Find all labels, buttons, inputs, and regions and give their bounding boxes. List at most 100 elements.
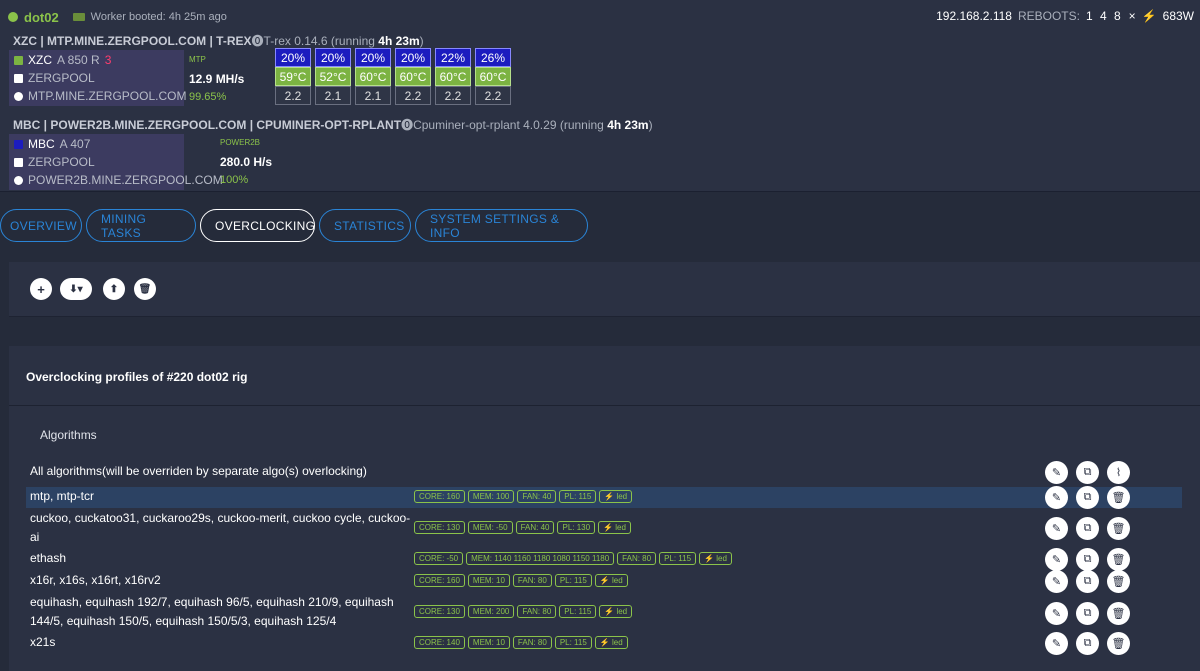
row-actions: ✎ ⧉ 🗑 — [1045, 632, 1130, 655]
gpu-temp: 60°C — [395, 67, 431, 86]
tab-overclocking[interactable]: OVERCLOCKING — [200, 209, 315, 242]
oc-badge: PL: 115 — [559, 605, 597, 618]
miner1-coin: XZC A 850 R 3 — [14, 51, 111, 69]
oc-badges: CORE: -50 MEM: 1140 1160 1180 1080 1150 1… — [414, 552, 732, 565]
copy-button[interactable]: ⧉ — [1076, 486, 1099, 509]
trash-button[interactable]: 🗑 — [1107, 632, 1130, 655]
gpu-temp: 60°C — [435, 67, 471, 86]
trash-button[interactable]: 🗑 — [1107, 548, 1130, 571]
gpu-1[interactable]: 20% 52°C 2.1 — [315, 48, 351, 105]
table-row[interactable]: x16r, x16s, x16rt, x16rv2 CORE: 160 MEM: 1… — [26, 570, 1182, 593]
pencil-button[interactable]: ✎ — [1045, 602, 1068, 625]
upload-button[interactable]: ⬆ — [103, 278, 125, 300]
download-dropdown-button[interactable]: ⬇▾ — [60, 278, 92, 300]
pencil-button[interactable]: ✎ — [1045, 517, 1068, 540]
pencil-button[interactable]: ✎ — [1045, 461, 1068, 484]
table-row[interactable]: All algorithms(will be overriden by sepa… — [26, 461, 1182, 484]
row-actions: ✎ ⧉ 🗑 — [1045, 602, 1130, 625]
copy-button[interactable]: ⧉ — [1076, 517, 1099, 540]
pencil-button[interactable]: ✎ — [1045, 632, 1068, 655]
rig-name[interactable]: dot02 — [24, 10, 59, 25]
coin-icon — [14, 55, 23, 65]
oc-badge: CORE: 160 — [414, 574, 465, 587]
copy-button[interactable]: ⧉ — [1076, 602, 1099, 625]
oc-badge: ⚡ led — [599, 605, 633, 618]
row-actions: ✎ ⧉ 🗑 — [1045, 548, 1130, 571]
gpu-0[interactable]: 20% 59°C 2.2 — [275, 48, 311, 105]
gpu-value: 2.2 — [435, 86, 471, 105]
copy-button[interactable]: ⧉ — [1076, 632, 1099, 655]
tab-overview[interactable]: OVERVIEW — [0, 209, 82, 242]
copy-button[interactable]: ⧉ — [1076, 570, 1099, 593]
oc-badge: PL: 115 — [554, 574, 592, 587]
gpu-2[interactable]: 20% 60°C 2.1 — [355, 48, 391, 105]
gpu-fan: 20% — [315, 48, 351, 67]
miner2-task: MBC | POWER2B.MINE.ZERGPOOL.COM | CPUMIN… — [13, 118, 402, 132]
trash-button[interactable]: 🗑 — [1107, 517, 1130, 540]
gpu-value: 2.2 — [395, 86, 431, 105]
pencil-button[interactable]: ✎ — [1045, 548, 1068, 571]
gpu-value: 2.2 — [475, 86, 511, 105]
oc-badges: CORE: 160 MEM: 100 FAN: 40 PL: 115 ⚡ led — [414, 490, 633, 503]
miner2-pool: ZERGPOOL — [14, 153, 95, 171]
profiles-panel: Overclocking profiles of #220 dot02 rig … — [9, 346, 1200, 671]
table-row[interactable]: equihash, equihash 192/7, equihash 96/5,… — [26, 593, 1182, 633]
reboots-value: 1 4 8 — [1085, 9, 1123, 23]
row-actions: ✎ ⧉ 🗑 — [1045, 486, 1130, 509]
copy-button[interactable]: ⧉ — [1076, 461, 1099, 484]
pencil-button[interactable]: ✎ — [1045, 570, 1068, 593]
gpu-temp: 60°C — [475, 67, 511, 86]
tab-statistics[interactable]: STATISTICS — [319, 209, 411, 242]
rig-header: dot02 Worker booted: 4h 25m ago 192.168.… — [0, 0, 1200, 192]
oc-badge: MEM: 10 — [467, 574, 510, 587]
miner2-url: POWER2B.MINE.ZERGPOOL.COM — [14, 171, 223, 189]
oc-badge: MEM: 10 — [467, 636, 510, 649]
copy-button[interactable]: ⧉ — [1076, 548, 1099, 571]
miner2-algo: POWER2B — [220, 138, 261, 147]
gpu-4[interactable]: 22% 60°C 2.2 — [435, 48, 471, 105]
miner1-algo: MTP — [189, 55, 206, 64]
coin-label: XZC — [28, 53, 52, 67]
tab-mining-tasks[interactable]: MINING TASKS — [86, 209, 196, 242]
gpu-temp: 59°C — [275, 67, 311, 86]
oc-badge: MEM: -50 — [467, 521, 513, 534]
oc-badge: FAN: 40 — [515, 521, 555, 534]
coin-label: MBC — [28, 137, 55, 151]
oc-badge: CORE: 130 — [414, 605, 465, 618]
oc-badge: ⚡ led — [599, 490, 633, 503]
miner1-close-paren: ) — [419, 34, 424, 48]
row-actions: ✎ ⧉ 🗑 — [1045, 517, 1130, 540]
gpu-fan: 26% — [475, 48, 511, 67]
pencil-button[interactable]: ✎ — [1045, 486, 1068, 509]
table-row[interactable]: cuckoo, cuckatoo31, cuckaroo29s, cuckoo-… — [26, 509, 1182, 547]
oc-badges: CORE: 160 MEM: 10 FAN: 80 PL: 115 ⚡ led — [414, 574, 628, 587]
trash-button[interactable]: 🗑 — [1107, 602, 1130, 625]
trash-button[interactable]: 🗑 — [1107, 486, 1130, 509]
add-button[interactable]: + — [30, 278, 52, 300]
table-row[interactable]: x21s CORE: 140 MEM: 10 FAN: 80 PL: 115 ⚡ led ✎… — [26, 632, 1182, 655]
gpu-5[interactable]: 26% 60°C 2.2 — [475, 48, 511, 105]
oc-badge: MEM: 100 — [467, 490, 515, 503]
info-icon[interactable]: ⓿ — [252, 34, 264, 48]
oc-badges: CORE: 130 MEM: -50 FAN: 40 PL: 130 ⚡ led — [414, 521, 631, 534]
trash-button[interactable]: 🗑 — [1107, 570, 1130, 593]
oc-badge: FAN: 80 — [512, 636, 552, 649]
wallet-icon — [14, 73, 23, 83]
oc-badge: CORE: 140 — [414, 636, 465, 649]
gpu-temp: 52°C — [315, 67, 351, 86]
tab-system-settings[interactable]: SYSTEM SETTINGS & INFO — [415, 209, 588, 242]
gpu-fan: 20% — [275, 48, 311, 67]
oc-badge: PL: 115 — [659, 552, 697, 565]
table-row[interactable]: ethash CORE: -50 MEM: 1140 1160 1180 1080 … — [26, 548, 1182, 571]
info-icon[interactable]: ⓿ — [401, 118, 413, 132]
coin-info: A 850 R — [57, 53, 100, 67]
oc-badge: ⚡ led — [598, 521, 631, 534]
pool-url: MTP.MINE.ZERGPOOL.COM — [28, 89, 187, 103]
delete-all-button[interactable]: 🗑 — [134, 278, 156, 300]
gpu-3[interactable]: 20% 60°C 2.2 — [395, 48, 431, 105]
gpu-icon — [72, 13, 85, 21]
toolbar-panel: + ⬇▾ ⬆ 🗑 — [9, 262, 1200, 317]
gpu-temp: 60°C — [355, 67, 391, 86]
table-row[interactable]: mtp, mtp-tcr CORE: 160 MEM: 100 FAN: 40 PL: … — [26, 486, 1182, 509]
broom-button[interactable]: ⌇ — [1107, 461, 1130, 484]
